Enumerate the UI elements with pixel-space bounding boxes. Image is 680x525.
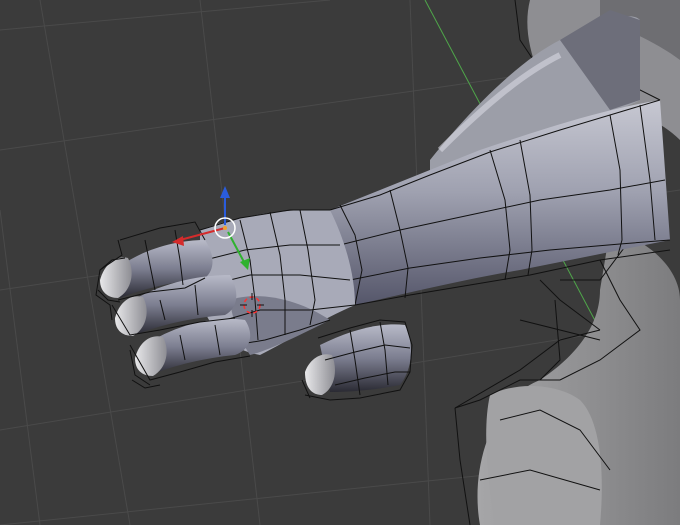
3d-viewport[interactable] [0, 0, 680, 525]
gizmo-pivot-dot-icon [223, 226, 227, 230]
viewport-canvas[interactable] [0, 0, 680, 525]
